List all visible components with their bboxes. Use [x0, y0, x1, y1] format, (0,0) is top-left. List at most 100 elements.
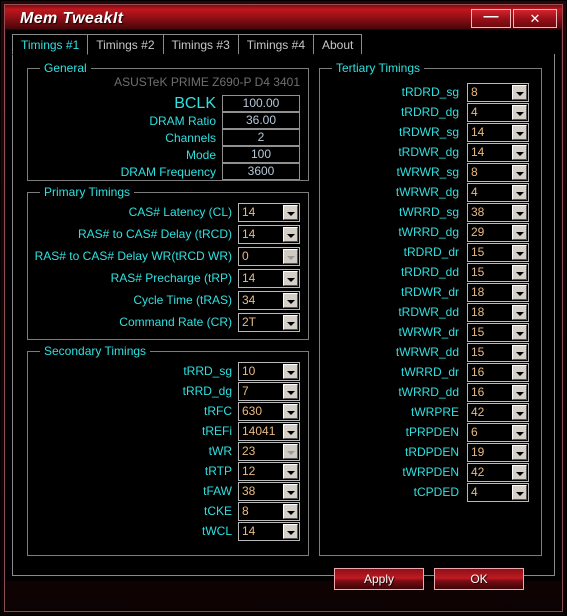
tertiary-combo[interactable]: 14 [467, 143, 529, 162]
chevron-down-icon[interactable] [512, 125, 527, 140]
secondary-row: tWCL 14 [28, 522, 308, 541]
tertiary-label: tRDWR_dd [398, 305, 459, 319]
secondary-combo[interactable]: 10 [238, 362, 300, 381]
chevron-down-icon[interactable] [283, 524, 298, 539]
chevron-down-icon[interactable] [512, 165, 527, 180]
close-button[interactable]: ✕ [513, 9, 557, 28]
chevron-down-icon[interactable] [512, 105, 527, 120]
chevron-down-icon[interactable] [283, 424, 298, 439]
chevron-down-icon[interactable] [283, 364, 298, 379]
primary-combo[interactable]: 34 [238, 291, 300, 310]
tertiary-combo[interactable]: 19 [467, 443, 529, 462]
secondary-combo[interactable]: 14 [238, 522, 300, 541]
tertiary-combo[interactable]: 4 [467, 183, 529, 202]
chevron-down-icon[interactable] [283, 227, 298, 242]
tertiary-combo-value: 14 [471, 125, 485, 139]
chevron-down-icon[interactable] [512, 85, 527, 100]
tertiary-combo[interactable]: 4 [467, 483, 529, 502]
minimize-button[interactable]: — [471, 9, 511, 28]
secondary-row: tRRD_sg 10 [28, 362, 308, 381]
tertiary-combo[interactable]: 15 [467, 323, 529, 342]
primary-row: RAS# Precharge (tRP) 14 [28, 269, 308, 288]
primary-combo[interactable]: 14 [238, 225, 300, 244]
chevron-down-icon[interactable] [512, 445, 527, 460]
tab-about[interactable]: About [313, 34, 363, 55]
tab-timings-1[interactable]: Timings #1 [12, 34, 89, 55]
chevron-down-icon[interactable] [283, 404, 298, 419]
tertiary-combo[interactable]: 18 [467, 283, 529, 302]
tertiary-label: tRDRD_sg [401, 85, 459, 99]
tab-label: Timings #3 [171, 38, 230, 52]
tertiary-combo-value: 15 [471, 265, 485, 279]
chevron-down-icon[interactable] [512, 305, 527, 320]
tab-timings-4[interactable]: Timings #4 [237, 34, 314, 55]
secondary-combo[interactable]: 14041 [238, 422, 300, 441]
chevron-down-icon[interactable] [283, 271, 298, 286]
chevron-down-icon[interactable] [512, 465, 527, 480]
tertiary-row: tWRRD_dg 29 [320, 223, 541, 242]
chevron-down-icon[interactable] [512, 285, 527, 300]
apply-button[interactable]: Apply [334, 568, 424, 590]
tertiary-combo[interactable]: 16 [467, 383, 529, 402]
chevron-down-icon[interactable] [512, 425, 527, 440]
ok-button[interactable]: OK [434, 568, 524, 590]
primary-combo[interactable]: 14 [238, 269, 300, 288]
tertiary-combo[interactable]: 42 [467, 463, 529, 482]
chevron-down-icon[interactable] [512, 385, 527, 400]
chevron-down-icon[interactable] [512, 225, 527, 240]
tab-timings-3[interactable]: Timings #3 [162, 34, 239, 55]
secondary-combo[interactable]: 8 [238, 502, 300, 521]
tertiary-combo[interactable]: 6 [467, 423, 529, 442]
chevron-down-icon[interactable] [283, 293, 298, 308]
chevron-down-icon[interactable] [283, 205, 298, 220]
chevron-down-icon[interactable] [512, 345, 527, 360]
tertiary-combo-value: 18 [471, 305, 485, 319]
tertiary-row: tWRWR_dr 15 [320, 323, 541, 342]
tertiary-combo[interactable]: 8 [467, 83, 529, 102]
secondary-combo[interactable]: 7 [238, 382, 300, 401]
tertiary-combo[interactable]: 42 [467, 403, 529, 422]
chevron-down-icon[interactable] [512, 405, 527, 420]
chevron-down-icon[interactable] [283, 315, 298, 330]
chevron-down-icon[interactable] [283, 464, 298, 479]
secondary-combo[interactable]: 630 [238, 402, 300, 421]
secondary-combo-value: 23 [242, 444, 256, 458]
chevron-down-icon[interactable] [512, 365, 527, 380]
tertiary-combo-value: 4 [471, 105, 478, 119]
secondary-label: tFAW [203, 484, 232, 498]
tertiary-combo[interactable]: 16 [467, 363, 529, 382]
tertiary-combo-value: 8 [471, 165, 478, 179]
group-secondary-title: Secondary Timings [40, 344, 151, 358]
tertiary-row: tRDRD_sg 8 [320, 83, 541, 102]
chevron-down-icon[interactable] [512, 245, 527, 260]
primary-combo[interactable]: 2T [238, 313, 300, 332]
tertiary-combo[interactable]: 8 [467, 163, 529, 182]
chevron-down-icon[interactable] [512, 145, 527, 160]
chevron-down-icon[interactable] [512, 485, 527, 500]
chevron-down-icon[interactable] [283, 384, 298, 399]
secondary-label: tRRD_dg [182, 384, 232, 398]
tertiary-row: tRDRD_dd 15 [320, 263, 541, 282]
tertiary-combo[interactable]: 29 [467, 223, 529, 242]
tertiary-label: tWRRD_sg [398, 205, 459, 219]
tertiary-combo[interactable]: 18 [467, 303, 529, 322]
chevron-down-icon[interactable] [512, 325, 527, 340]
tertiary-combo[interactable]: 15 [467, 263, 529, 282]
tertiary-combo[interactable]: 15 [467, 243, 529, 262]
secondary-combo[interactable]: 38 [238, 482, 300, 501]
tertiary-label: tWRRD_dg [398, 225, 459, 239]
chevron-down-icon[interactable] [283, 484, 298, 499]
chevron-down-icon[interactable] [512, 265, 527, 280]
tertiary-combo[interactable]: 38 [467, 203, 529, 222]
chevron-down-icon[interactable] [512, 185, 527, 200]
secondary-combo-value: 8 [242, 504, 249, 518]
tertiary-combo[interactable]: 4 [467, 103, 529, 122]
tertiary-combo[interactable]: 14 [467, 123, 529, 142]
tab-timings-2[interactable]: Timings #2 [87, 34, 164, 55]
secondary-combo[interactable]: 12 [238, 462, 300, 481]
primary-combo[interactable]: 14 [238, 203, 300, 222]
tertiary-combo[interactable]: 15 [467, 343, 529, 362]
chevron-down-icon[interactable] [512, 205, 527, 220]
tertiary-label: tWRWR_sg [396, 165, 459, 179]
chevron-down-icon[interactable] [283, 504, 298, 519]
